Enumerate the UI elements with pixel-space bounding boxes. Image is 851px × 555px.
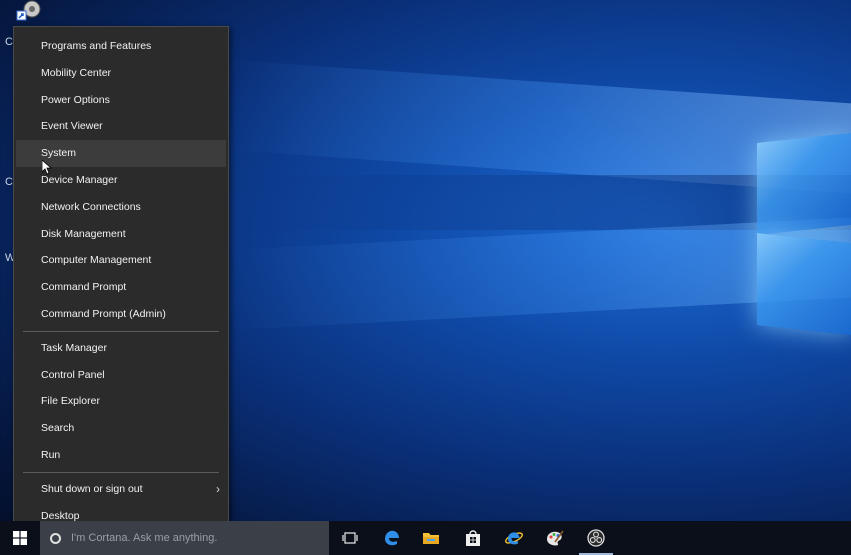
winx-context-menu: Programs and Features Mobility Center Po… [13,26,229,536]
menu-item-programs-and-features[interactable]: Programs and Features [14,33,228,60]
menu-item-event-viewer[interactable]: Event Viewer [14,113,228,140]
mouse-pointer-icon [41,159,53,176]
desktop-shortcut-icon[interactable] [16,0,42,22]
taskbar-obs-button[interactable] [576,521,616,555]
menu-item-mobility-center[interactable]: Mobility Center [14,60,228,87]
menu-item-search[interactable]: Search [14,415,228,442]
taskbar: I'm Cortana. Ask me anything. [0,521,851,555]
desktop-label-fragment: C [5,36,13,48]
menu-item-task-manager[interactable]: Task Manager [14,335,228,362]
paint-palette-icon [547,530,564,546]
edge-browser-icon [385,530,399,546]
taskbar-file-explorer-button[interactable] [411,521,451,555]
cortana-search-box[interactable]: I'm Cortana. Ask me anything. [40,521,329,555]
menu-separator [23,330,219,332]
taskbar-internet-explorer-button[interactable] [494,521,534,555]
menu-item-power-options[interactable]: Power Options [14,87,228,114]
menu-item-file-explorer[interactable]: File Explorer [14,388,228,415]
task-view-button[interactable] [330,521,370,555]
menu-separator [23,471,219,473]
folder-icon [423,533,439,544]
menu-item-label: Shut down or sign out [41,482,143,495]
cortana-placeholder: I'm Cortana. Ask me anything. [71,532,218,544]
obs-studio-icon [587,529,605,547]
menu-item-computer-management[interactable]: Computer Management [14,247,228,274]
menu-item-control-panel[interactable]: Control Panel [14,362,228,389]
menu-item-run[interactable]: Run [14,442,228,469]
menu-item-shut-down-or-sign-out[interactable]: Shut down or sign out › [14,476,228,503]
taskbar-store-button[interactable] [453,521,493,555]
desktop: C C W Programs and Features Mobility Cen… [0,0,851,555]
windows-logo-icon [13,531,27,545]
taskbar-edge-button[interactable] [372,521,412,555]
task-view-icon [342,532,358,544]
menu-item-disk-management[interactable]: Disk Management [14,221,228,248]
chevron-right-icon: › [216,481,220,496]
wallpaper-window-logo [757,133,851,335]
cortana-ring-icon [50,532,61,544]
menu-item-network-connections[interactable]: Network Connections [14,194,228,221]
desktop-label-fragment: C [5,176,13,188]
store-bag-icon [466,530,480,546]
taskbar-paint-button[interactable] [535,521,575,555]
menu-item-command-prompt-admin[interactable]: Command Prompt (Admin) [14,301,228,328]
internet-explorer-icon [505,532,523,545]
menu-item-command-prompt[interactable]: Command Prompt [14,274,228,301]
start-button[interactable] [0,521,40,555]
